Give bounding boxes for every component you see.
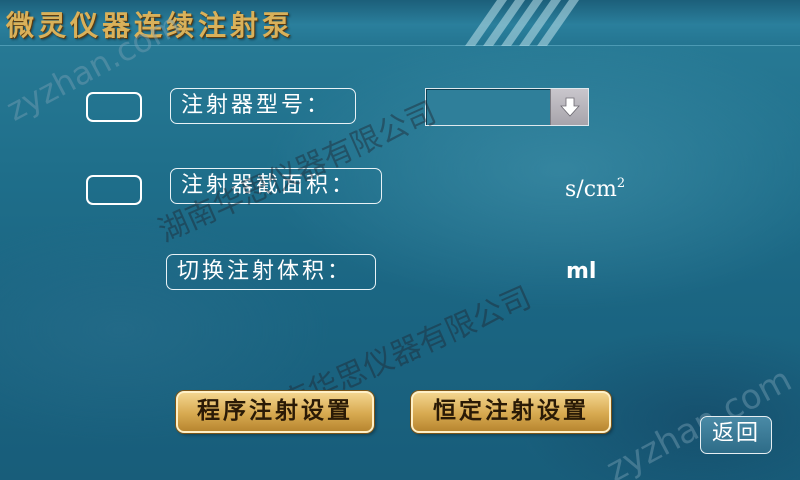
program-injection-settings-button[interactable]: 程序注射设置: [176, 391, 374, 433]
switch-volume-unit: ml: [566, 259, 597, 284]
header-stripes-decoration: [465, 0, 579, 46]
cross-section-unit: s/cm2: [565, 176, 626, 202]
back-button[interactable]: 返回: [700, 416, 772, 454]
arrow-down-icon: [560, 97, 580, 117]
cross-section-toggle[interactable]: [86, 175, 142, 205]
title-bar: 微灵仪器连续注射泵: [0, 0, 800, 46]
constant-injection-settings-button[interactable]: 恒定注射设置: [411, 391, 611, 433]
syringe-model-toggle[interactable]: [86, 92, 142, 122]
dropdown-button[interactable]: [550, 89, 588, 125]
cross-section-label: 注射器截面积：: [170, 168, 382, 204]
syringe-model-dropdown[interactable]: [425, 88, 589, 126]
switch-volume-label: 切换注射体积：: [166, 254, 376, 290]
app-title: 微灵仪器连续注射泵: [6, 9, 295, 42]
syringe-model-label: 注射器型号：: [170, 88, 356, 124]
